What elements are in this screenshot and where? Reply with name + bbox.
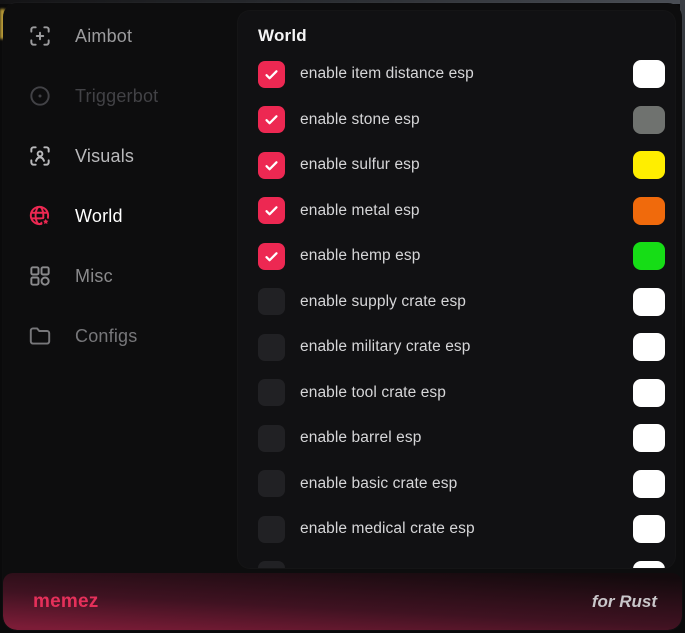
esp-option-row: enable stone esp — [238, 106, 675, 134]
esp-option-label: enable stone esp — [300, 111, 420, 129]
esp-color-swatch[interactable] — [633, 470, 665, 498]
esp-checkbox[interactable] — [258, 379, 285, 406]
esp-checkbox[interactable] — [258, 106, 285, 133]
esp-option-label: enable military crate esp — [300, 338, 471, 356]
esp-checkbox[interactable] — [258, 197, 285, 224]
sidebar-item-visuals[interactable]: Visuals — [3, 136, 235, 176]
esp-option-list: enable item distance esp enable stone es… — [238, 60, 675, 568]
esp-option-row: enable medical crate esp — [238, 515, 675, 543]
esp-option-label: enable sulfur esp — [300, 156, 420, 174]
globe-star-icon — [27, 203, 53, 229]
sidebar: Aimbot Triggerbot Visuals World Misc Con… — [3, 3, 235, 376]
esp-color-swatch[interactable] — [633, 379, 665, 407]
esp-option-row: enable barrel esp — [238, 424, 675, 452]
crosshair-scan-icon — [27, 23, 53, 49]
sidebar-item-label: Aimbot — [75, 26, 132, 47]
esp-color-swatch[interactable] — [633, 106, 665, 134]
world-settings-panel: World enable item distance esp enable st… — [238, 11, 675, 568]
esp-option-row: enable military crate esp — [238, 333, 675, 361]
esp-checkbox[interactable] — [258, 61, 285, 88]
esp-checkbox[interactable] — [258, 334, 285, 361]
esp-option-label: enable barrel esp — [300, 429, 421, 447]
esp-option-label: enable hemp esp — [300, 247, 420, 265]
sidebar-item-world[interactable]: World — [3, 196, 235, 236]
esp-color-swatch[interactable] — [633, 515, 665, 543]
esp-option-label: enable basic crate esp — [300, 475, 457, 493]
esp-color-swatch[interactable] — [633, 333, 665, 361]
folder-icon — [27, 323, 53, 349]
esp-option-label: enable metal esp — [300, 202, 420, 220]
sidebar-item-configs[interactable]: Configs — [3, 316, 235, 356]
esp-checkbox[interactable] — [258, 516, 285, 543]
esp-color-swatch[interactable] — [633, 151, 665, 179]
esp-checkbox[interactable] — [258, 425, 285, 452]
esp-option-row: enable item distance esp — [238, 60, 675, 88]
esp-option-row: enable tool crate esp — [238, 379, 675, 407]
esp-option-label: enable tool crate esp — [300, 384, 446, 402]
esp-option-row: enable hemp esp — [238, 242, 675, 270]
circle-dot-icon — [27, 83, 53, 109]
esp-color-swatch[interactable] — [633, 288, 665, 316]
esp-option-label: enable medical crate esp — [300, 520, 475, 538]
esp-checkbox[interactable] — [258, 288, 285, 315]
sidebar-item-triggerbot[interactable]: Triggerbot — [3, 76, 235, 116]
product-tagline: for Rust — [592, 592, 657, 612]
cheat-menu-window: Aimbot Triggerbot Visuals World Misc Con… — [3, 3, 682, 630]
esp-checkbox[interactable] — [258, 243, 285, 270]
sidebar-item-label: Triggerbot — [75, 86, 158, 107]
esp-color-swatch[interactable] — [633, 197, 665, 225]
esp-color-swatch[interactable] — [633, 60, 665, 88]
sidebar-item-aimbot[interactable]: Aimbot — [3, 16, 235, 56]
esp-color-swatch[interactable] — [633, 242, 665, 270]
esp-checkbox[interactable] — [258, 152, 285, 179]
panel-title: World — [258, 25, 675, 47]
footer-bar: memez for Rust — [3, 573, 682, 630]
esp-option-row: enable basic crate esp — [238, 470, 675, 498]
brand-name: memez — [33, 591, 98, 613]
esp-option-row: enable metal esp — [238, 197, 675, 225]
esp-option-label: enable item distance esp — [300, 65, 474, 83]
sidebar-item-label: Visuals — [75, 146, 134, 167]
esp-checkbox[interactable] — [258, 470, 285, 497]
esp-option-label: enable supply crate esp — [300, 293, 466, 311]
sidebar-item-label: Misc — [75, 266, 113, 287]
person-scan-icon — [27, 143, 53, 169]
esp-color-swatch[interactable] — [633, 424, 665, 452]
sidebar-item-misc[interactable]: Misc — [3, 256, 235, 296]
grid-shapes-icon — [27, 263, 53, 289]
esp-color-swatch[interactable] — [633, 561, 665, 569]
sidebar-item-label: World — [75, 206, 123, 227]
esp-checkbox[interactable] — [258, 561, 285, 568]
esp-option-row: enable sulfur esp — [238, 151, 675, 179]
sidebar-item-label: Configs — [75, 326, 137, 347]
esp-option-row — [238, 561, 675, 569]
esp-option-row: enable supply crate esp — [238, 288, 675, 316]
